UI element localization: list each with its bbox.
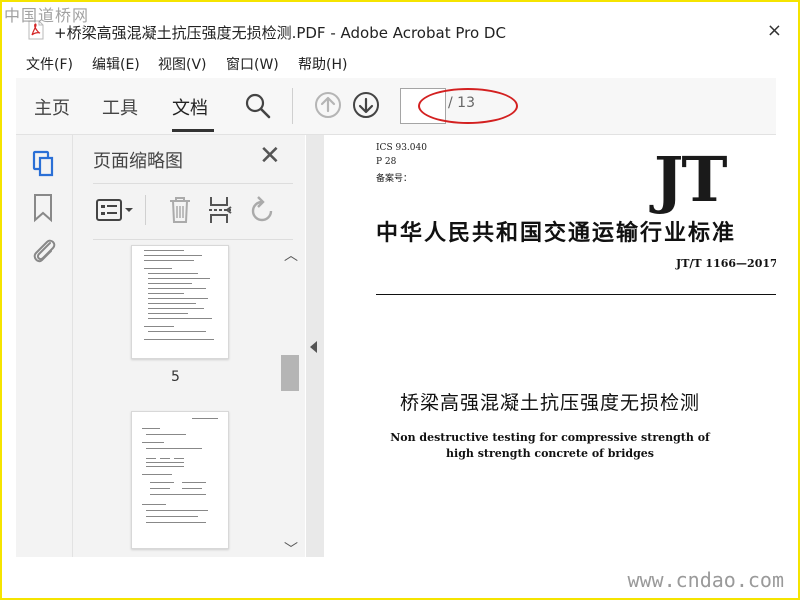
watermark-top: 中国道桥网	[4, 6, 90, 25]
doc-ics-code: ICS 93.040	[376, 143, 427, 153]
doc-title-english-line2: high strength concrete of bridges	[446, 447, 654, 460]
attachment-icon[interactable]	[30, 235, 58, 265]
scrollbar-thumb[interactable]	[281, 355, 299, 391]
panel-divider	[93, 183, 293, 184]
scroll-down-chevron-icon[interactable]: ﹀	[284, 539, 298, 559]
active-tab-indicator	[172, 129, 214, 132]
panel-splitter[interactable]	[306, 135, 324, 557]
doc-filing-number: 备案号：	[376, 174, 413, 184]
doc-title-chinese: 桥梁高强混凝土抗压强度无损检测	[399, 392, 700, 414]
page-thumbnail[interactable]	[131, 411, 229, 549]
panel-title: 页面缩略图	[93, 151, 183, 172]
doc-standard-number: JT/T 1166—2017	[676, 257, 776, 270]
bookmark-icon[interactable]	[32, 193, 56, 223]
menu-view[interactable]: 视图(V)	[158, 54, 207, 74]
insert-page-icon[interactable]	[207, 195, 235, 225]
window-close-button[interactable]: ×	[767, 20, 782, 41]
menu-window[interactable]: 窗口(W)	[226, 54, 279, 74]
tab-document[interactable]: 文档	[172, 94, 208, 120]
panel-tool-separator	[145, 195, 146, 225]
panel-divider	[93, 239, 293, 240]
menu-file[interactable]: 文件(F)	[26, 54, 73, 74]
title-bar: +桥梁高强混凝土抗压强度无损检测.PDF - Adobe Acrobat Pro…	[16, 14, 782, 48]
thumbnail-panel: 页面缩略图 ✕ 5 ︿ ﹀	[73, 135, 305, 559]
doc-p-code: P 28	[376, 157, 397, 167]
jt-logo: JT	[654, 143, 727, 216]
toolbar-separator	[292, 88, 293, 124]
next-page-icon[interactable]	[352, 91, 380, 119]
doc-issuing-standard: 中华人民共和国交通运输行业标准	[376, 220, 737, 246]
collapse-panel-arrow-icon[interactable]	[310, 341, 317, 353]
main-toolbar: 主页 工具 文档 / 13	[16, 78, 776, 135]
tab-tools[interactable]: 工具	[102, 94, 138, 120]
document-view: ICS 93.040 P 28 备案号： JT 中华人民共和国交通运输行业标准 …	[324, 135, 776, 557]
thumbnail-page-label: 5	[171, 369, 180, 385]
menu-help[interactable]: 帮助(H)	[298, 54, 347, 74]
panel-close-button[interactable]: ✕	[259, 141, 281, 171]
previous-page-icon[interactable]	[314, 91, 342, 119]
page-thumbnail-5[interactable]	[131, 245, 229, 359]
window-title: +桥梁高强混凝土抗压强度无损检测.PDF - Adobe Acrobat Pro…	[54, 24, 506, 42]
doc-divider-line	[376, 294, 776, 295]
search-icon[interactable]	[244, 92, 272, 120]
page-thumbnails-icon[interactable]	[30, 149, 58, 177]
menu-bar: 文件(F) 编辑(E) 视图(V) 窗口(W) 帮助(H)	[16, 50, 776, 76]
options-menu-icon[interactable]	[95, 195, 135, 225]
watermark-bottom: www.cndao.com	[627, 568, 784, 592]
tab-home[interactable]: 主页	[34, 94, 70, 120]
navigation-rail	[16, 135, 73, 557]
screenshot-frame: 中国道桥网 +桥梁高强混凝土抗压强度无损检测.PDF - Adobe Acrob…	[0, 0, 800, 600]
scroll-up-chevron-icon[interactable]: ︿	[284, 245, 298, 265]
trash-icon[interactable]	[167, 195, 193, 225]
highlight-ellipse-annotation	[418, 88, 518, 124]
menu-edit[interactable]: 编辑(E)	[92, 54, 140, 74]
rotate-icon[interactable]	[249, 195, 277, 225]
doc-title-english-line1: Non destructive testing for compressive …	[390, 431, 710, 444]
